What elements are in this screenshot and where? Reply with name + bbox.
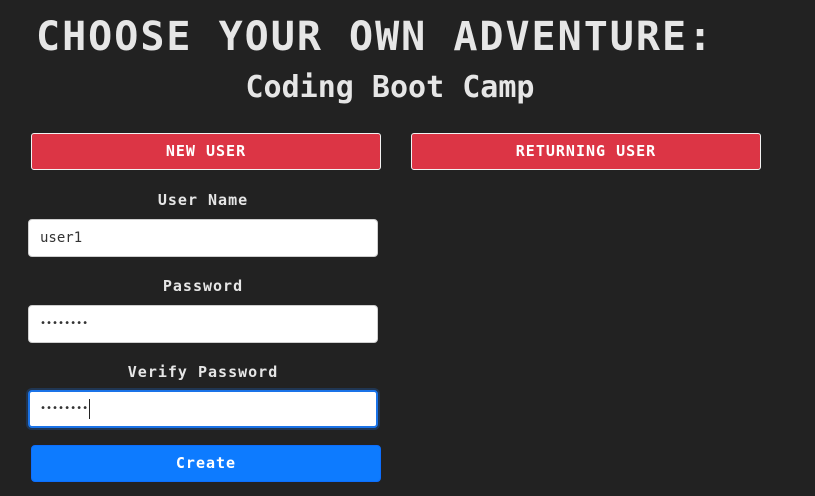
username-input[interactable]: user1 (28, 219, 378, 257)
verify-password-input[interactable]: •••••••• (28, 390, 378, 428)
username-label: User Name (157, 191, 249, 209)
password-label: Password (162, 277, 244, 295)
verify-password-label: Verify Password (127, 363, 279, 381)
new-user-button[interactable]: NEW USER (31, 133, 381, 170)
text-caret (89, 399, 91, 419)
page-title: CHOOSE YOUR OWN ADVENTURE: (36, 14, 715, 60)
create-button[interactable]: Create (31, 445, 381, 482)
username-value: user1 (40, 230, 83, 246)
returning-user-button[interactable]: RETURNING USER (411, 133, 761, 170)
page-subtitle: Coding Boot Camp (245, 70, 535, 105)
password-input[interactable]: •••••••• (28, 305, 378, 343)
password-value: •••••••• (40, 318, 89, 329)
verify-password-value: •••••••• (40, 403, 89, 414)
